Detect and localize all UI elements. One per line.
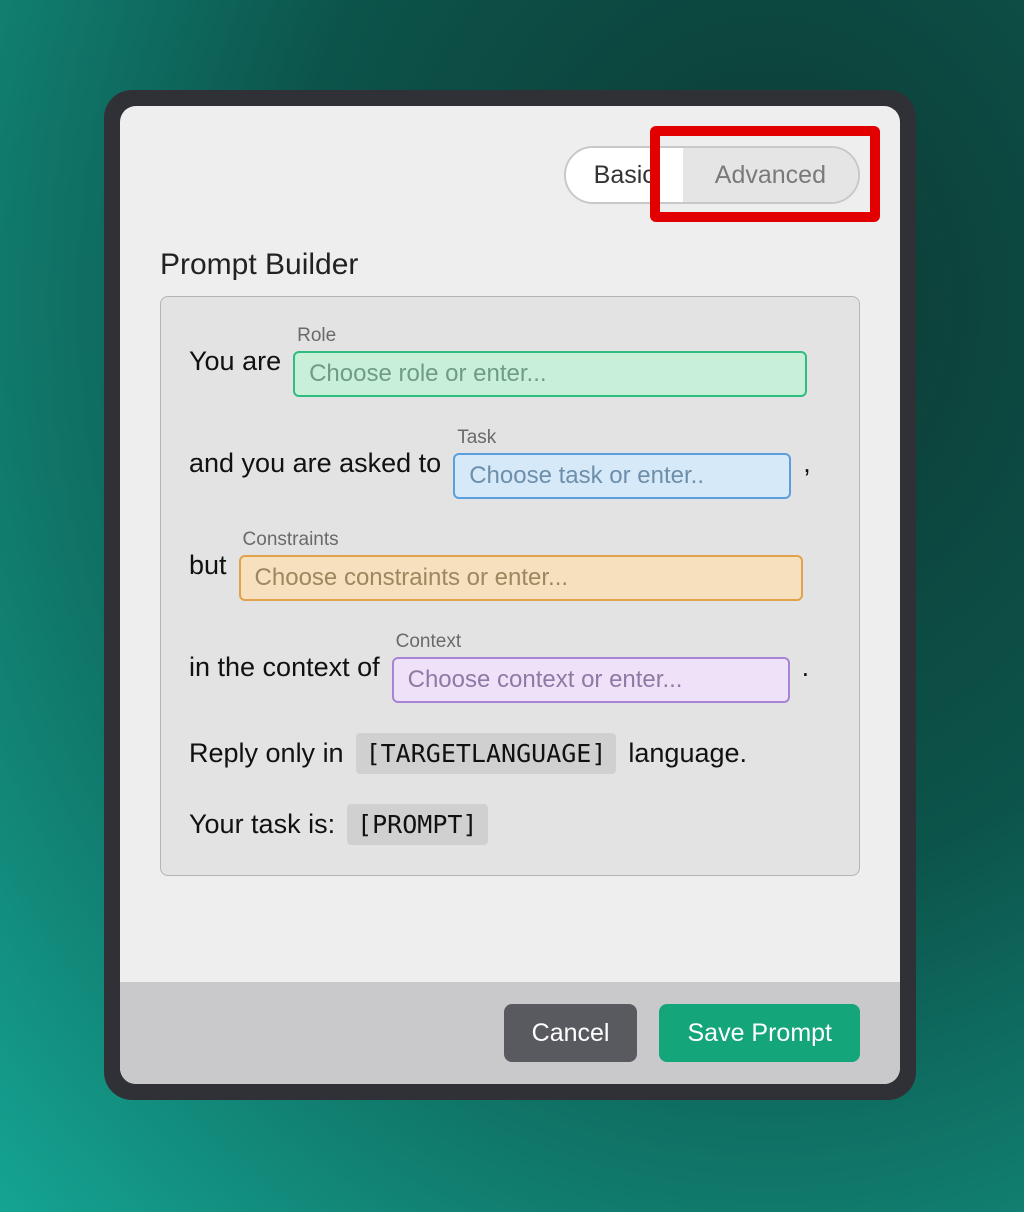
tab-segment: Basic Advanced	[564, 146, 860, 204]
label-role: Role	[297, 325, 807, 347]
text-but: but	[189, 550, 227, 581]
label-context: Context	[396, 631, 790, 653]
label-constraints: Constraints	[243, 529, 803, 551]
task-input[interactable]: Choose task or enter..	[453, 453, 791, 499]
prompt-builder-panel: You are Role Choose role or enter... and…	[160, 296, 860, 876]
chip-prompt: [PROMPT]	[347, 804, 487, 845]
role-input[interactable]: Choose role or enter...	[293, 351, 807, 397]
text-you-are: You are	[189, 346, 281, 377]
tab-advanced[interactable]: Advanced	[683, 148, 858, 202]
modal-footer: Cancel Save Prompt	[120, 982, 900, 1084]
cancel-button[interactable]: Cancel	[504, 1004, 638, 1062]
text-comma: ,	[803, 448, 811, 479]
text-context-of: in the context of	[189, 652, 380, 683]
text-reply-only: Reply only in	[189, 738, 344, 769]
text-period: .	[802, 652, 810, 683]
tab-row: Basic Advanced	[160, 146, 860, 218]
save-prompt-button[interactable]: Save Prompt	[659, 1004, 860, 1062]
text-language: language.	[628, 738, 747, 769]
chip-targetlanguage: [TARGETLANGUAGE]	[356, 733, 617, 774]
label-task: Task	[457, 427, 791, 449]
modal-frame: Basic Advanced Prompt Builder You are Ro…	[104, 90, 916, 1100]
constraints-input[interactable]: Choose constraints or enter...	[239, 555, 803, 601]
context-input[interactable]: Choose context or enter...	[392, 657, 790, 703]
modal: Basic Advanced Prompt Builder You are Ro…	[120, 106, 900, 1084]
page-title: Prompt Builder	[160, 248, 860, 282]
tab-basic[interactable]: Basic	[566, 148, 683, 202]
text-asked-to: and you are asked to	[189, 448, 441, 479]
modal-body: Basic Advanced Prompt Builder You are Ro…	[120, 106, 900, 982]
text-your-task: Your task is:	[189, 809, 335, 840]
